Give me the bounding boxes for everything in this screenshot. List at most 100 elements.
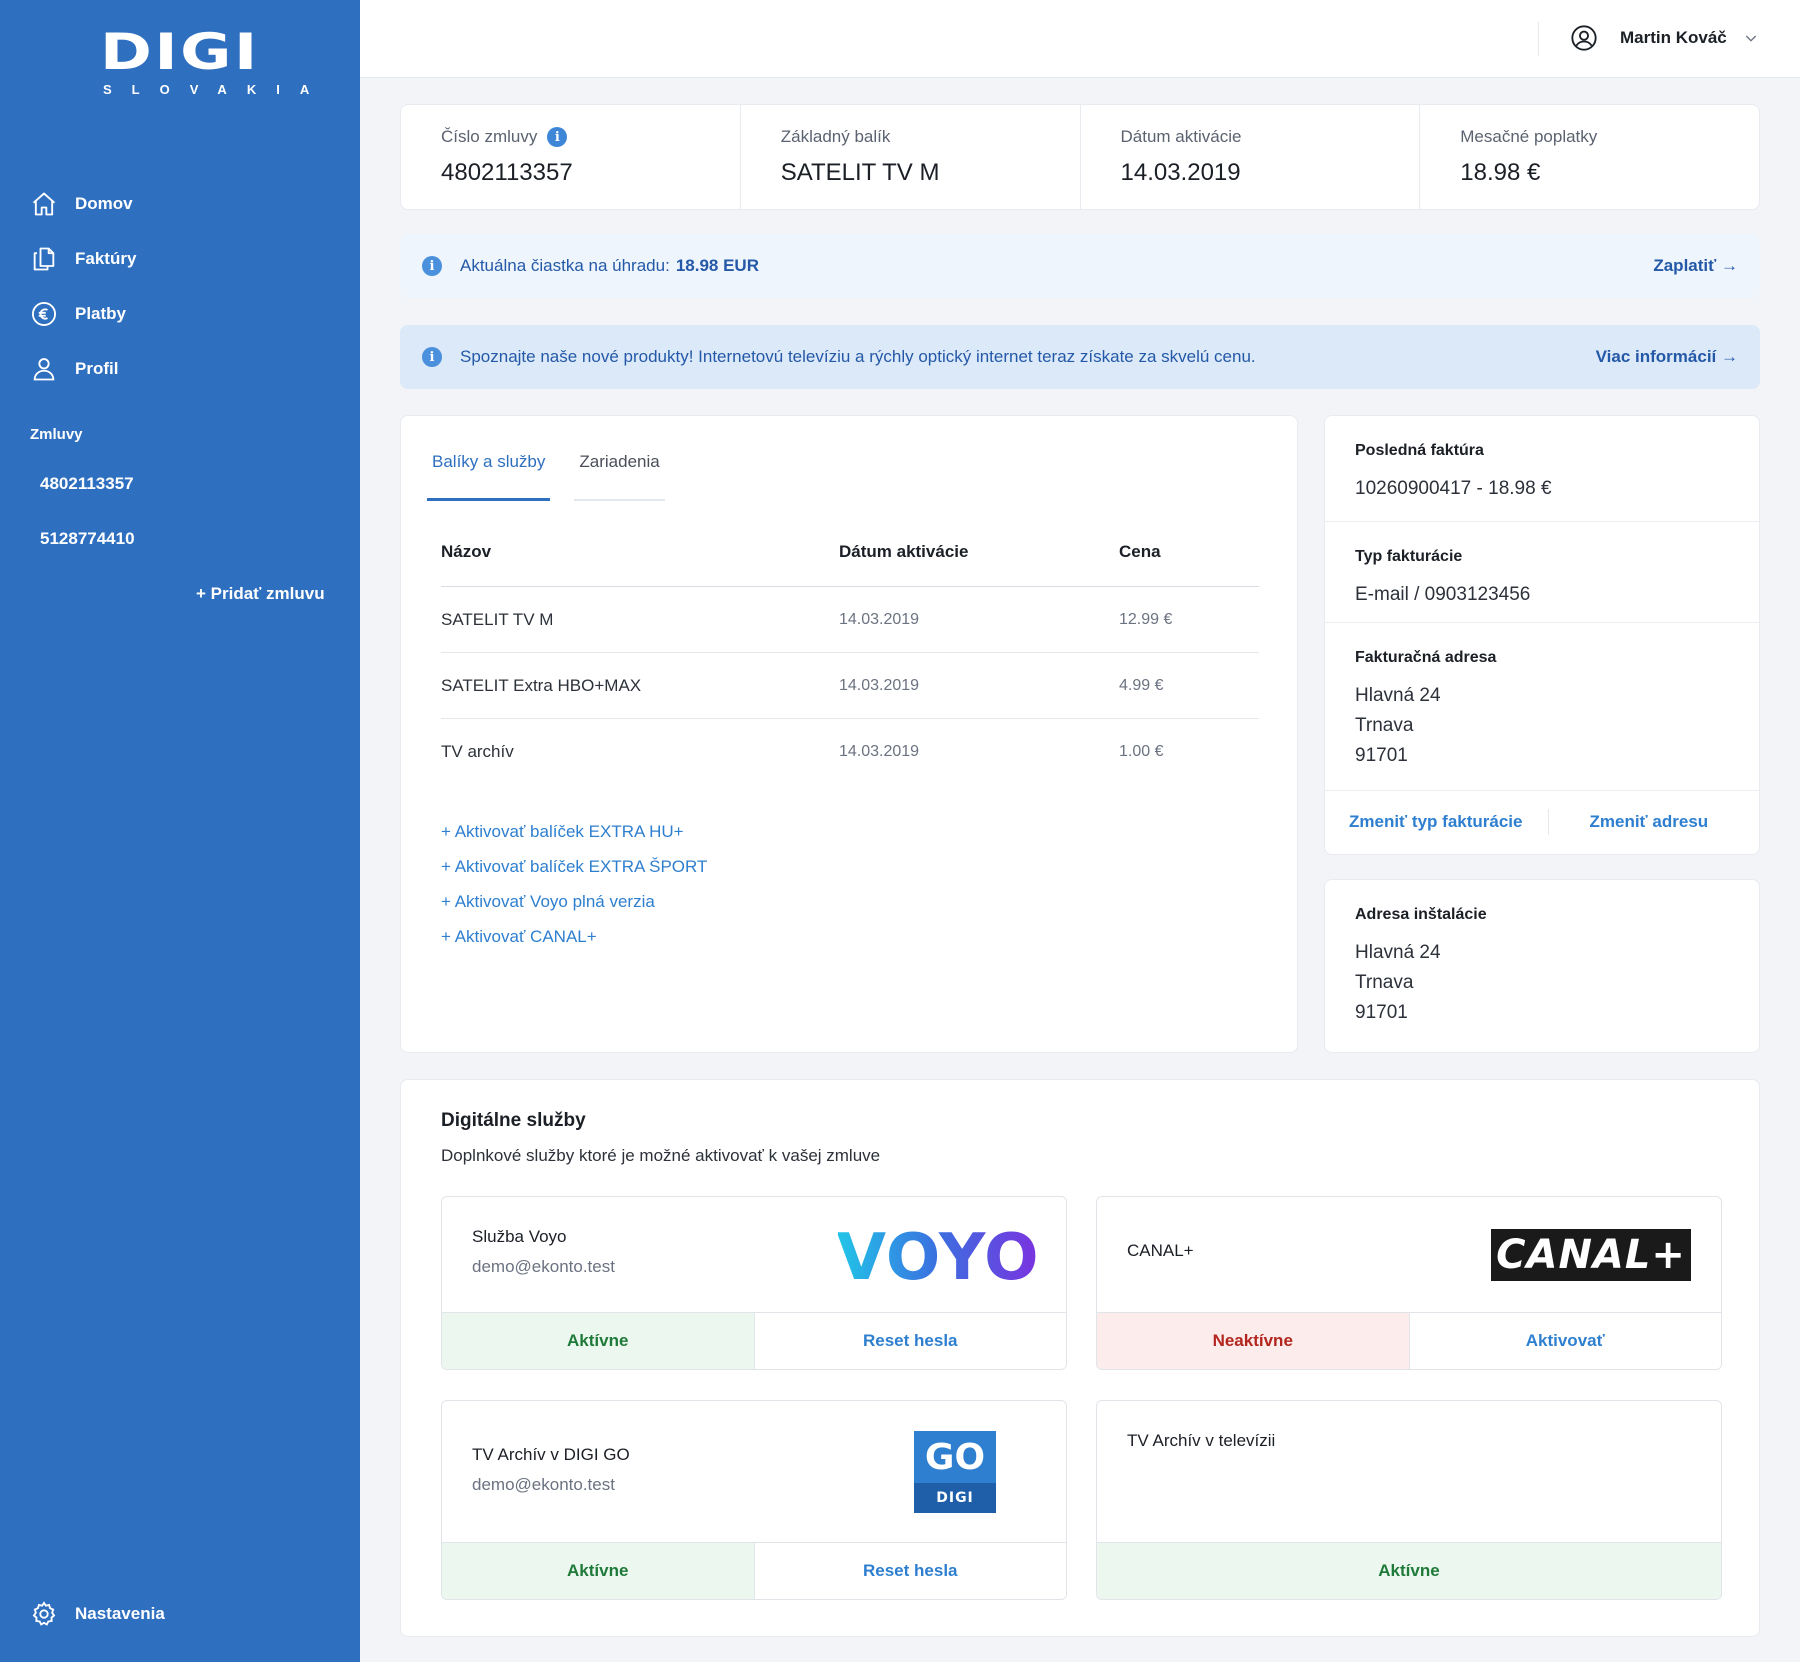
summary-base-package: Základný balík SATELIT TV M — [741, 105, 1081, 209]
activate-extra-hu-link[interactable]: + Aktivovať balíček EXTRA HU+ — [441, 822, 707, 857]
address-line: 91701 — [1355, 1002, 1408, 1023]
status-badge: Aktívne — [442, 1313, 754, 1369]
row-date: 14.03.2019 — [839, 586, 1119, 653]
billing-address-label: Fakturačná adresa — [1355, 649, 1497, 666]
promo-alert: i Spoznajte naše nové produkty! Internet… — [400, 325, 1760, 389]
col-price: Cena — [1119, 542, 1259, 587]
service-card-tv-archive: TV Archív v televízii Aktívne — [1096, 1400, 1722, 1600]
euro-icon — [31, 301, 57, 326]
user-avatar-icon — [1571, 25, 1597, 51]
settings-label: Nastavenia — [75, 1604, 165, 1623]
digi-go-logo-top: GO — [924, 1436, 986, 1478]
payment-alert: i Aktuálna čiastka na úhradu: 18.98 EUR … — [400, 234, 1760, 298]
nav-item-domov[interactable]: Domov — [30, 176, 136, 231]
activate-voyo-link[interactable]: + Aktivovať Voyo plná verzia — [441, 892, 707, 927]
install-address-label: Adresa inštalácie — [1355, 906, 1487, 923]
summary-monthly-fees: Mesačné poplatky 18.98 € — [1420, 105, 1759, 209]
main-nav: Domov Faktúry Platby Profil — [30, 176, 136, 396]
services-card: Balíky a služby Zariadenia Názov Dátum a… — [400, 415, 1298, 1053]
summary-value: 14.03.2019 — [1120, 159, 1241, 186]
service-name: TV Archív v DIGI GO — [472, 1445, 630, 1464]
digital-services-card: Digitálne služby Doplnkové služby ktoré … — [400, 1079, 1760, 1637]
install-address-card: Adresa inštalácie Hlavná 24 Trnava 91701 — [1324, 879, 1760, 1053]
documents-icon — [33, 247, 55, 270]
gear-icon — [32, 1601, 56, 1626]
service-card-digi-go: TV Archív v DIGI GO demo@ekonto.test GO … — [441, 1400, 1067, 1600]
activate-extra-sport-link[interactable]: + Aktivovať balíček EXTRA ŠPORT — [441, 857, 707, 892]
summary-label: Mesačné poplatky — [1460, 127, 1598, 146]
row-price: 4.99 € — [1119, 652, 1259, 719]
table-row: TV archív 14.03.2019 1.00 € — [441, 719, 1259, 785]
change-address-link[interactable]: Zmeniť adresu — [1589, 812, 1708, 832]
table-header-row: Názov Dátum aktivácie Cena — [441, 542, 1259, 587]
service-name: Služba Voyo — [472, 1227, 567, 1246]
address-line: Trnava — [1355, 972, 1414, 993]
service-card-voyo: Služba Voyo demo@ekonto.test VOYO Aktívn… — [441, 1196, 1067, 1370]
svg-text:VOYO: VOYO — [838, 1221, 1038, 1291]
activate-button[interactable]: Aktivovať — [1408, 1313, 1721, 1369]
billing-type-label: Typ fakturácie — [1355, 548, 1463, 565]
address-line: 91701 — [1355, 745, 1408, 766]
table-row: SATELIT Extra HBO+MAX 14.03.2019 4.99 € — [441, 652, 1259, 719]
service-name: TV Archív v televízii — [1127, 1431, 1276, 1450]
contract-summary: Číslo zmluvy i 4802113357 Základný balík … — [400, 104, 1760, 210]
summary-value: SATELIT TV M — [780, 159, 940, 186]
address-line: Trnava — [1355, 715, 1414, 736]
logo-main-text: DIGI — [100, 23, 260, 81]
last-invoice-section: Posledná faktúra 10260900417 - 18.98 € — [1325, 416, 1759, 522]
last-invoice-label: Posledná faktúra — [1355, 442, 1484, 459]
row-price: 12.99 € — [1119, 586, 1259, 653]
contract-item-2[interactable]: 5128774410 — [40, 529, 135, 549]
tab-devices[interactable]: Zariadenia — [574, 452, 665, 501]
user-menu[interactable]: Martin Kováč — [1570, 24, 1759, 52]
summary-activation-date: Dátum aktivácie 14.03.2019 — [1081, 105, 1421, 209]
digi-logo[interactable]: DIGI SLOVAKIA — [85, 23, 330, 97]
col-activation: Dátum aktivácie — [839, 542, 1119, 587]
billing-address-section: Fakturačná adresa Hlavná 24 Trnava 91701 — [1325, 623, 1759, 791]
service-card-canal: CANAL+ CANAL+ Neaktívne Aktivovať — [1096, 1196, 1722, 1370]
row-price: 1.00 € — [1119, 742, 1164, 760]
service-name: CANAL+ — [1127, 1241, 1194, 1260]
services-table: Názov Dátum aktivácie Cena SATELIT TV M … — [441, 542, 1259, 785]
header-divider — [1538, 22, 1539, 56]
col-name: Názov — [441, 542, 839, 587]
top-bar: Martin Kováč — [360, 0, 1800, 78]
summary-label: Základný balík — [780, 127, 891, 146]
add-contract-link[interactable]: + Pridať zmluvu — [196, 584, 325, 604]
status-badge: Aktívne — [1097, 1543, 1721, 1599]
status-badge: Neaktívne — [1097, 1313, 1409, 1369]
info-icon[interactable]: i — [547, 127, 568, 147]
user-name: Martin Kováč — [1620, 28, 1727, 47]
tab-packages[interactable]: Balíky a služby — [427, 452, 551, 501]
canal-logo: CANAL+ — [1491, 1229, 1691, 1281]
voyo-logo: VOYO — [838, 1221, 1038, 1291]
digital-services-title: Digitálne služby — [441, 1110, 586, 1131]
row-name: TV archív — [441, 741, 514, 761]
contracts-heading: Zmluvy — [30, 426, 83, 443]
reset-password-button[interactable]: Reset hesla — [753, 1313, 1066, 1369]
sidebar: DIGI SLOVAKIA Domov Faktúry Platby Profi… — [0, 0, 360, 1662]
info-icon: i — [422, 256, 442, 276]
nav-item-platby[interactable]: Platby — [30, 286, 136, 341]
summary-label: Dátum aktivácie — [1120, 127, 1242, 146]
nav-item-profil[interactable]: Profil — [30, 341, 136, 396]
user-icon — [33, 357, 55, 380]
contract-item-1[interactable]: 4802113357 — [40, 474, 134, 494]
nav-item-faktury[interactable]: Faktúry — [30, 231, 136, 286]
change-billing-type-link[interactable]: Zmeniť typ fakturácie — [1349, 812, 1522, 832]
payment-amount: 18.98 EUR — [675, 256, 759, 275]
reset-password-button[interactable]: Reset hesla — [753, 1543, 1066, 1599]
info-icon: i — [422, 347, 442, 367]
billing-actions: Zmeniť typ fakturácie Zmeniť adresu — [1325, 791, 1759, 853]
services-tabs: Balíky a služby Zariadenia — [427, 452, 689, 501]
nav-label: Domov — [75, 193, 133, 213]
more-info-link[interactable]: Viac informácií → — [1596, 347, 1738, 367]
pay-link[interactable]: Zaplatiť → — [1653, 256, 1738, 276]
logo-sub-text: SLOVAKIA — [103, 82, 330, 97]
status-badge: Aktívne — [442, 1543, 754, 1599]
service-email: demo@ekonto.test — [472, 1475, 615, 1494]
digital-services-subtitle: Doplnkové služby ktoré je možné aktivova… — [441, 1146, 881, 1165]
activate-canal-link[interactable]: + Aktivovať CANAL+ — [441, 927, 707, 962]
settings-link[interactable]: Nastavenia — [30, 1600, 165, 1628]
summary-value: 18.98 € — [1460, 159, 1541, 186]
